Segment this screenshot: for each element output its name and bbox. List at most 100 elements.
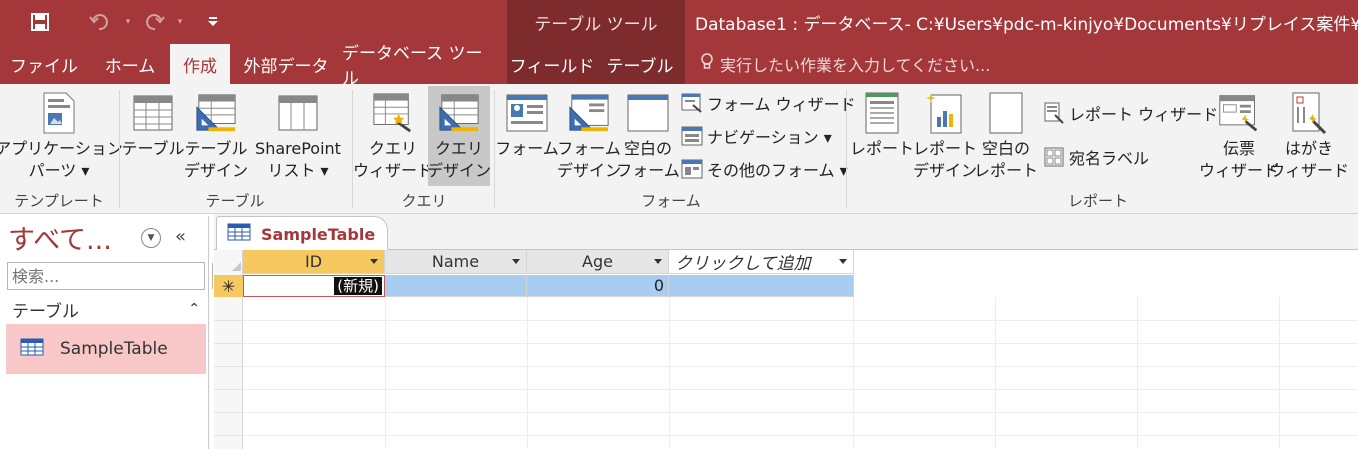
sharepoint-list-icon — [277, 90, 319, 136]
tab-create[interactable]: 作成 — [170, 44, 230, 84]
navigation-form-icon — [680, 125, 704, 147]
table-button[interactable]: テーブル — [121, 86, 185, 186]
group-label-templates: テンプレート — [14, 192, 104, 210]
more-forms-button[interactable]: その他のフォーム ▾ — [680, 154, 848, 184]
tab-external-data[interactable]: 外部データ — [234, 44, 338, 84]
navigation-label: ナビゲーション ▾ — [707, 128, 832, 147]
group-separator — [846, 90, 847, 208]
nav-collapse-icon[interactable]: « — [175, 226, 186, 247]
query-design-button[interactable]: クエリ デザイン — [427, 86, 491, 186]
sharepoint-list-label: SharePoint リスト ▾ — [255, 139, 341, 180]
ribbon: アプリケーション パーツ ▾ テンプレート テーブル テーブル デザイン Sha… — [0, 84, 1358, 214]
window-title: Database1 : データベース- C:¥Users¥pdc-m-kinjy… — [695, 14, 1358, 35]
form-design-label: フォーム デザイン — [557, 139, 622, 180]
group-reports: レポート レポート デザイン 空白の レポート レポート ウィザード 宛名ラベル — [848, 84, 1349, 214]
form-design-icon — [568, 90, 610, 136]
column-header-name[interactable]: Name — [385, 250, 527, 274]
nav-section-tables[interactable]: テーブル ⌃ — [6, 296, 206, 322]
undo-icon[interactable] — [80, 4, 120, 40]
grid-line — [243, 435, 1358, 436]
grid-line — [243, 343, 1358, 344]
blank-report-button[interactable]: 空白の レポート — [974, 86, 1039, 186]
form-button[interactable]: フォーム — [495, 86, 559, 186]
group-tables: テーブル テーブル デザイン SharePoint リスト ▾ テーブル — [121, 84, 348, 214]
column-header-label: ID — [304, 252, 323, 271]
document-tab-sampletable[interactable]: SampleTable — [216, 216, 388, 251]
tell-me-box[interactable]: 実行したい作業を入力してください... — [700, 44, 990, 84]
form-design-button[interactable]: フォーム デザイン — [557, 86, 622, 186]
column-dropdown-icon[interactable] — [654, 259, 662, 264]
query-design-icon — [438, 90, 480, 136]
nav-section-label: テーブル — [12, 301, 79, 322]
column-header-age[interactable]: Age — [527, 250, 669, 274]
grid-line — [243, 366, 1358, 367]
cell-click-to-add[interactable] — [669, 275, 854, 297]
grid-line — [214, 343, 243, 344]
blank-report-label: 空白の レポート — [974, 139, 1039, 180]
group-label-tables: テーブル — [205, 192, 265, 210]
sharepoint-list-button[interactable]: SharePoint リスト ▾ — [248, 86, 348, 186]
nav-pane-title[interactable]: すべて... — [8, 218, 112, 257]
new-record-selector[interactable]: ✳ — [214, 275, 243, 297]
tab-file[interactable]: ファイル — [0, 44, 88, 84]
postcard-wizard-button[interactable]: はがき ウィザード — [1269, 86, 1349, 186]
tell-me-text: 実行したい作業を入力してください... — [720, 56, 991, 75]
report-design-icon — [924, 90, 966, 136]
grid-line — [243, 389, 1358, 390]
tab-table[interactable]: テーブル — [600, 44, 680, 84]
undo-dropdown-icon[interactable]: ▾ — [120, 4, 136, 40]
grid-line — [214, 435, 243, 436]
save-icon[interactable] — [0, 4, 80, 40]
tab-database-tools[interactable]: データベース ツール — [342, 44, 498, 89]
report-design-button[interactable]: レポート デザイン — [913, 86, 978, 186]
group-label-reports: レポート — [1067, 192, 1128, 210]
ribbon-tab-row: ファイル ホーム 作成 外部データ データベース ツール フィールド テーブル … — [0, 44, 1358, 89]
column-header-id[interactable]: ID — [243, 250, 385, 274]
query-wizard-button[interactable]: クエリ ウィザード — [353, 86, 433, 186]
navigation-button[interactable]: ナビゲーション ▾ — [680, 121, 832, 151]
datasheet-grid: ID Name Age クリックして追加 ✳ (新規) 0 — [214, 250, 1358, 449]
cell-name[interactable] — [385, 275, 527, 297]
tab-fields[interactable]: フィールド — [507, 44, 597, 84]
blank-form-button[interactable]: 空白の フォーム — [616, 86, 680, 186]
application-parts-button[interactable]: アプリケーション パーツ ▾ — [0, 86, 123, 186]
report-button[interactable]: レポート — [850, 86, 914, 186]
tab-home[interactable]: ホーム — [92, 44, 168, 84]
nav-search-input[interactable] — [8, 266, 212, 286]
column-dropdown-icon[interactable] — [839, 259, 847, 264]
select-all-corner[interactable] — [232, 262, 241, 271]
slip-wizard-icon — [1218, 90, 1260, 136]
column-header-click-to-add[interactable]: クリックして追加 — [669, 250, 854, 274]
column-header-label: クリックして追加 — [675, 254, 811, 274]
labels-button[interactable]: 宛名ラベル — [1042, 142, 1149, 172]
document-tab-bar: SampleTable — [214, 214, 1358, 251]
title-bar: ▾ ▾ テーブル ツール Database1 : データベース- C:¥User… — [0, 0, 1358, 44]
report-label: レポート — [850, 139, 915, 158]
lightbulb-icon — [700, 53, 714, 75]
report-design-label: レポート デザイン — [913, 139, 978, 180]
report-wizard-label: レポート ウィザード — [1069, 105, 1219, 124]
slip-wizard-label: 伝票 ウィザード — [1199, 139, 1280, 180]
cell-age[interactable]: 0 — [527, 275, 669, 297]
more-forms-label: その他のフォーム ▾ — [707, 161, 848, 180]
table-design-label: テーブル デザイン — [184, 139, 249, 180]
form-wizard-button[interactable]: フォーム ウィザード — [680, 88, 856, 118]
form-label: フォーム — [495, 139, 559, 158]
context-tab-title: テーブル ツール — [507, 0, 685, 44]
redo-dropdown-icon[interactable]: ▾ — [172, 4, 188, 40]
nav-menu-dropdown-icon[interactable]: ▼ — [141, 228, 161, 248]
slip-wizard-button[interactable]: 伝票 ウィザード — [1199, 86, 1279, 186]
application-parts-label: アプリケーション パーツ ▾ — [0, 139, 123, 180]
report-wizard-button[interactable]: レポート ウィザード — [1042, 98, 1218, 128]
section-collapse-icon[interactable]: ⌃ — [188, 301, 200, 317]
grid-line — [243, 320, 1358, 321]
nav-item-sampletable[interactable]: SampleTable — [6, 324, 206, 374]
customize-qat-icon[interactable] — [188, 4, 238, 40]
column-dropdown-icon[interactable] — [370, 259, 378, 264]
application-parts-icon — [38, 90, 80, 136]
redo-icon[interactable] — [136, 4, 172, 40]
table-icon — [227, 223, 251, 245]
table-design-button[interactable]: テーブル デザイン — [184, 86, 248, 186]
cell-id[interactable]: (新規) — [243, 275, 385, 297]
column-dropdown-icon[interactable] — [512, 259, 520, 264]
